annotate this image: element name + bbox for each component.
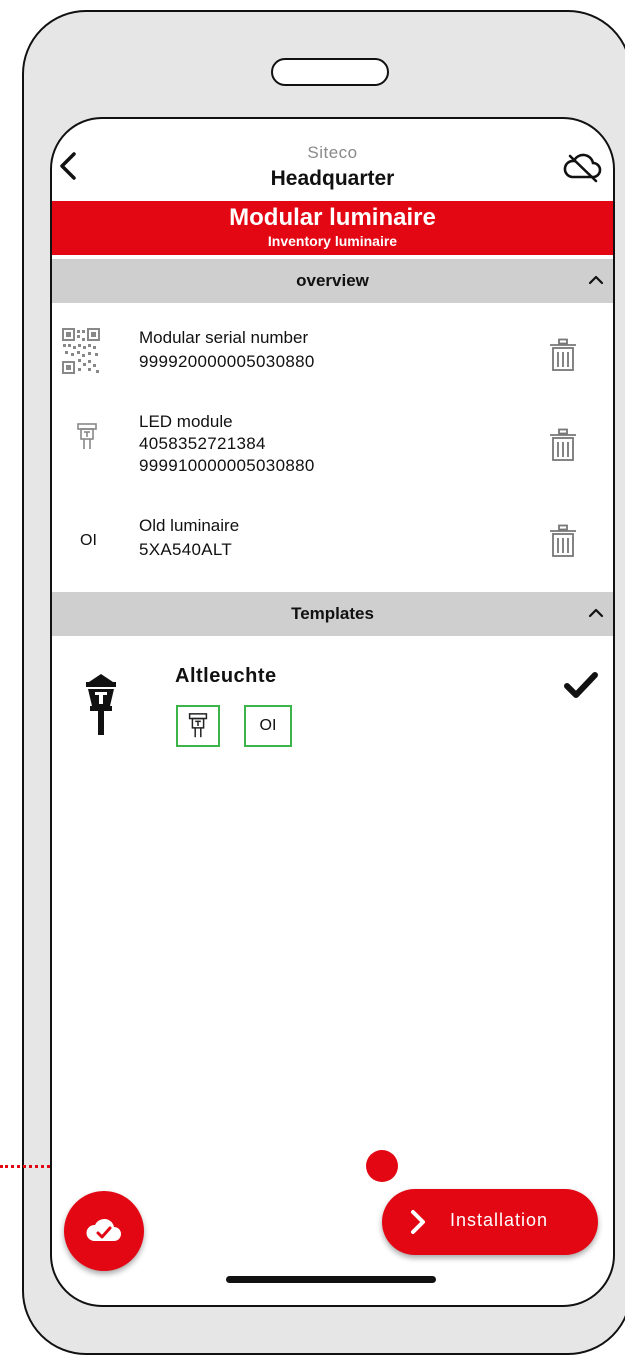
cloud-sync-button[interactable] bbox=[64, 1191, 144, 1271]
overview-section-header[interactable]: overview bbox=[52, 259, 613, 303]
home-indicator[interactable] bbox=[226, 1276, 436, 1283]
installation-button[interactable]: Installation bbox=[382, 1189, 598, 1255]
item-value: 999910000005030880 bbox=[139, 456, 315, 475]
templates-section-header[interactable]: Templates bbox=[52, 592, 613, 636]
item-label: LED module bbox=[139, 412, 233, 431]
list-item-serial-number[interactable]: Modular serial number 999920000005030880 bbox=[62, 326, 602, 386]
item-value: 999920000005030880 bbox=[139, 352, 315, 371]
chevron-up-icon[interactable] bbox=[587, 604, 605, 622]
templates-section-label: Templates bbox=[291, 604, 374, 623]
cloud-off-icon[interactable] bbox=[562, 153, 602, 183]
led-module-icon bbox=[77, 423, 97, 449]
template-name: Altleuchte bbox=[175, 665, 277, 687]
template-old-luminaire-badge: OI bbox=[244, 705, 292, 747]
luminaire-banner: Modular luminaire Inventory luminaire bbox=[52, 201, 613, 255]
chevron-right-icon bbox=[411, 1210, 425, 1234]
template-item[interactable]: Altleuchte OI bbox=[52, 649, 613, 769]
app-screen: Siteco Headquarter Modular luminaire Inv… bbox=[50, 117, 615, 1307]
list-item-old-luminaire[interactable]: OI Old luminaire 5XA540ALT bbox=[62, 514, 602, 574]
banner-title: Modular luminaire bbox=[229, 204, 436, 231]
trash-icon[interactable] bbox=[548, 428, 578, 462]
annotation-marker bbox=[366, 1150, 398, 1182]
banner-subtitle: Inventory luminaire bbox=[267, 233, 398, 249]
item-value: 4058352721384 bbox=[139, 434, 266, 453]
trash-icon[interactable] bbox=[548, 338, 578, 372]
overview-section-label: overview bbox=[296, 271, 369, 290]
street-lamp-icon bbox=[86, 674, 116, 735]
list-item-led-module[interactable]: LED module 4058352721384 999910000005030… bbox=[62, 412, 602, 484]
led-module-icon bbox=[188, 713, 208, 738]
chevron-up-icon[interactable] bbox=[587, 271, 605, 289]
checkmark-icon bbox=[564, 672, 598, 698]
page-title: Headquarter bbox=[270, 167, 395, 190]
cloud-check-icon bbox=[86, 1218, 121, 1241]
header-subtitle: Siteco bbox=[307, 143, 358, 162]
phone-speaker bbox=[271, 58, 389, 86]
trash-icon[interactable] bbox=[548, 524, 578, 558]
old-luminaire-icon: OI bbox=[80, 532, 97, 549]
qr-code-icon bbox=[62, 328, 100, 374]
template-led-module-badge bbox=[176, 705, 220, 747]
item-value: 5XA540ALT bbox=[139, 540, 233, 559]
item-label: Modular serial number bbox=[139, 328, 309, 347]
installation-label: Installation bbox=[450, 1210, 549, 1230]
item-label: Old luminaire bbox=[139, 516, 240, 535]
